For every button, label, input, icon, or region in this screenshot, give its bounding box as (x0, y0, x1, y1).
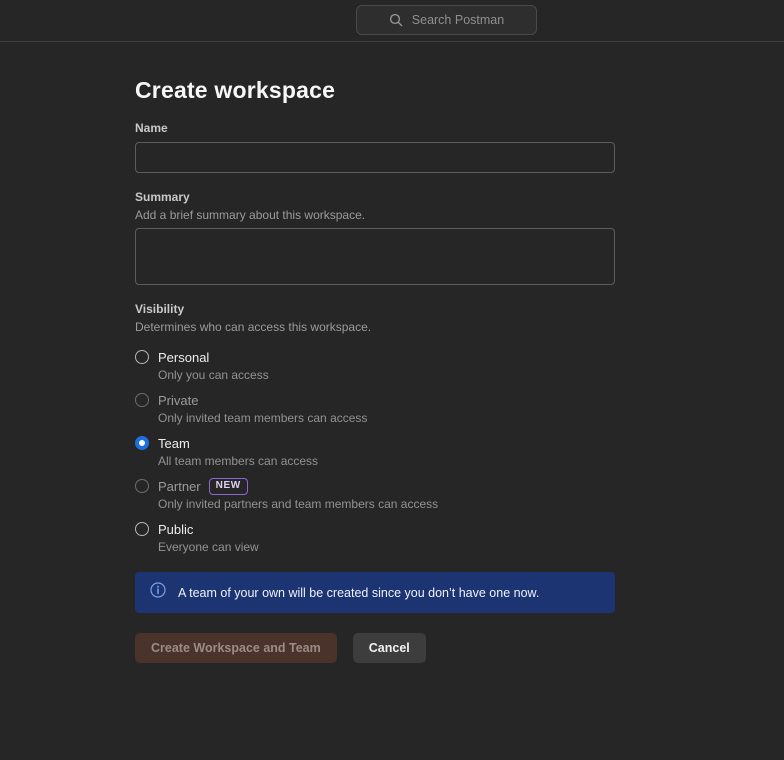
cancel-button[interactable]: Cancel (353, 633, 426, 663)
radio-unselected-icon[interactable] (135, 479, 149, 493)
create-workspace-and-team-button[interactable]: Create Workspace and Team (135, 633, 337, 663)
radio-selected-icon[interactable] (135, 436, 149, 450)
top-bar: Search Postman (0, 0, 784, 42)
visibility-option-personal[interactable]: Personal Only you can access (135, 349, 615, 384)
option-description: Everyone can view (158, 539, 259, 556)
name-input[interactable] (135, 142, 615, 173)
summary-description: Add a brief summary about this workspace… (135, 208, 615, 223)
option-description: Only you can access (158, 367, 269, 384)
option-label: Team (158, 435, 190, 452)
visibility-label: Visibility (135, 302, 615, 317)
new-badge: NEW (209, 478, 248, 495)
visibility-field: Visibility Determines who can access thi… (135, 302, 615, 556)
info-icon (150, 582, 166, 603)
visibility-options: Personal Only you can access Private Onl… (135, 349, 615, 556)
banner-text: A team of your own will be created since… (178, 586, 539, 600)
radio-unselected-icon[interactable] (135, 350, 149, 364)
info-banner: A team of your own will be created since… (135, 572, 615, 613)
option-description: Only invited partners and team members c… (158, 496, 438, 513)
option-description: All team members can access (158, 453, 318, 470)
visibility-option-partner[interactable]: Partner NEW Only invited partners and te… (135, 478, 615, 513)
option-label: Private (158, 392, 198, 409)
radio-unselected-icon[interactable] (135, 522, 149, 536)
visibility-description: Determines who can access this workspace… (135, 320, 615, 335)
summary-field: Summary Add a brief summary about this w… (135, 190, 615, 285)
name-label: Name (135, 121, 615, 136)
option-label: Partner (158, 478, 201, 495)
option-label: Public (158, 521, 193, 538)
page-title: Create workspace (135, 76, 615, 104)
visibility-option-private[interactable]: Private Only invited team members can ac… (135, 392, 615, 427)
create-workspace-form: Create workspace Name Summary Add a brie… (0, 76, 615, 663)
option-description: Only invited team members can access (158, 410, 367, 427)
name-field: Name (135, 121, 615, 173)
summary-input[interactable] (135, 228, 615, 285)
radio-unselected-icon[interactable] (135, 393, 149, 407)
search-icon (389, 13, 403, 27)
visibility-option-public[interactable]: Public Everyone can view (135, 521, 615, 556)
option-label: Personal (158, 349, 209, 366)
form-actions: Create Workspace and Team Cancel (135, 633, 615, 663)
global-search[interactable]: Search Postman (356, 5, 537, 35)
visibility-option-team[interactable]: Team All team members can access (135, 435, 615, 470)
search-placeholder-text: Search Postman (412, 13, 504, 27)
summary-label: Summary (135, 190, 615, 205)
